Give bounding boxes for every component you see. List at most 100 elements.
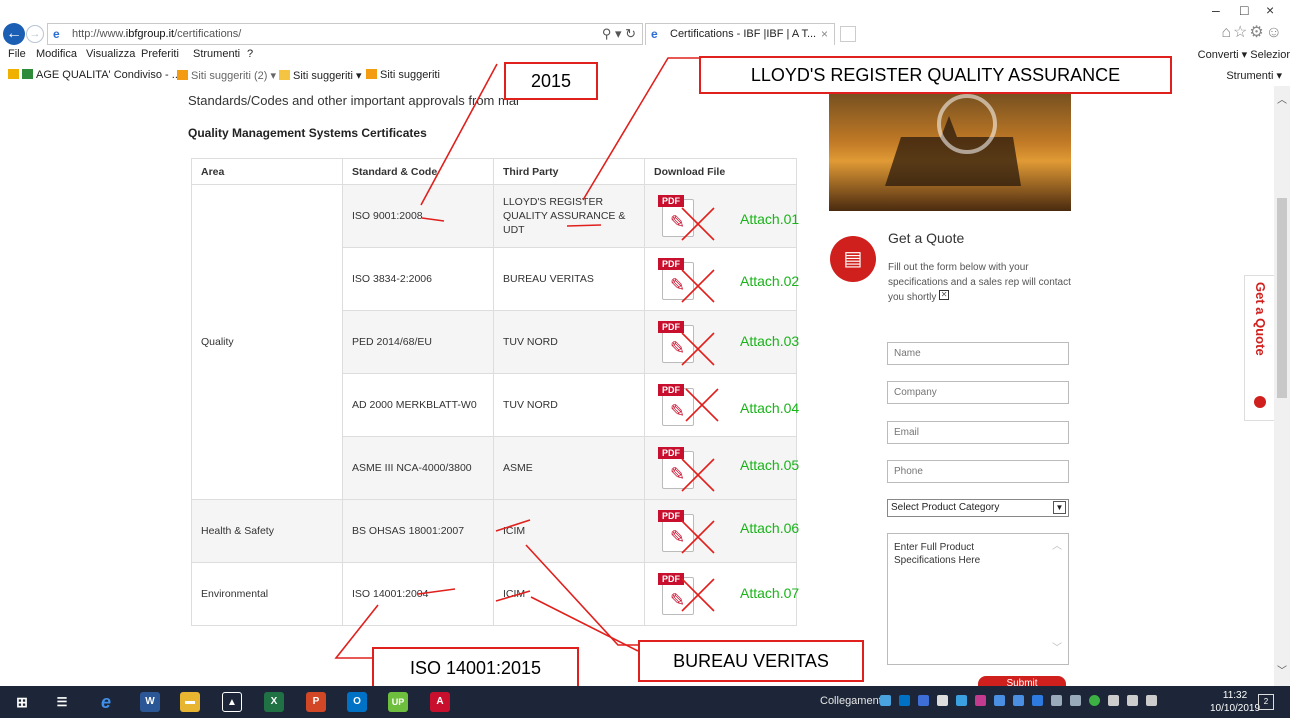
tray-outlook-icon[interactable]: [899, 695, 910, 706]
standard-cell: BS OHSAS 18001:2007: [342, 499, 494, 563]
intro-text: Standards/Codes and other important appr…: [188, 93, 519, 108]
menu-visualizza[interactable]: Visualizza: [86, 48, 135, 60]
phone-field[interactable]: [887, 460, 1069, 483]
photos-icon[interactable]: ▲: [222, 692, 242, 712]
bluetooth-icon[interactable]: [1032, 695, 1043, 706]
back-button[interactable]: ←: [3, 23, 25, 45]
tray-app-icon[interactable]: [956, 695, 967, 706]
favorite-siti-suggeriti-folder[interactable]: Siti suggeriti ▾: [279, 69, 362, 82]
favorite-age-qualita[interactable]: AGE QUALITA' Condiviso - ...: [8, 69, 181, 81]
annotation-box-iso14001: ISO 14001:2015: [372, 647, 579, 689]
header-third-party: Third Party: [493, 158, 645, 185]
maximize-button[interactable]: □: [1240, 2, 1248, 18]
favorite-siti-suggeriti-2[interactable]: Siti suggeriti (2) ▾: [177, 69, 276, 82]
screen: ← → e http://www.ibfgroup.it/certificati…: [0, 0, 1290, 718]
pdf-download-icon[interactable]: PDF ✎: [658, 384, 698, 426]
favorite-siti-suggeriti[interactable]: Siti suggeriti: [366, 69, 440, 81]
get-a-quote-side-tab[interactable]: Get a Quote: [1244, 275, 1274, 421]
address-bar[interactable]: e http://www.ibfgroup.it/certifications/…: [47, 23, 643, 45]
menu-help[interactable]: ?: [247, 48, 253, 60]
windows-start-icon[interactable]: ⊞: [12, 692, 32, 712]
tray-app-icon[interactable]: [880, 695, 891, 706]
close-window-button[interactable]: ×: [1266, 2, 1274, 18]
forward-button[interactable]: →: [26, 25, 44, 43]
tray-app-icon[interactable]: [1070, 695, 1081, 706]
tray-upwork-icon[interactable]: [994, 695, 1005, 706]
pdf-download-icon[interactable]: PDF ✎: [658, 321, 698, 363]
tray-hp-icon[interactable]: [918, 695, 929, 706]
third-party-cell: TUV NORD: [493, 373, 645, 437]
new-tab-button[interactable]: [840, 26, 856, 42]
outlook-icon[interactable]: O: [347, 692, 367, 712]
internet-explorer-icon[interactable]: e: [96, 692, 116, 712]
scroll-up-arrow-icon[interactable]: ︿: [1277, 91, 1287, 106]
scroll-down-arrow-icon[interactable]: ﹀: [1277, 662, 1287, 677]
tray-upwork-icon[interactable]: [975, 695, 986, 706]
header-area: Area: [191, 158, 343, 185]
attach-label: Attach.06: [740, 520, 800, 536]
third-party-cell: BUREAU VERITAS: [493, 247, 645, 311]
address-url[interactable]: http://www.ibfgroup.it/certifications/: [72, 28, 241, 40]
chevron-down-icon[interactable]: ▼: [1053, 501, 1066, 514]
certifications-table: Area Standard & Code Third Party Downloa…: [191, 158, 797, 626]
specifications-textarea[interactable]: Enter Full Product Specifications Here ︿…: [887, 533, 1069, 665]
minimize-button[interactable]: –: [1212, 2, 1220, 18]
excel-icon[interactable]: X: [264, 692, 284, 712]
area-cell-health-safety: Health & Safety: [191, 499, 343, 563]
menu-convert[interactable]: Converti ▾ Selezior: [1198, 48, 1290, 61]
feed-icon: [366, 69, 377, 79]
scroll-up-icon[interactable]: ︿: [1052, 540, 1062, 553]
acrobat-icon[interactable]: A: [430, 692, 450, 712]
attach-label: Attach.03: [740, 333, 800, 349]
tab-certifications[interactable]: e Certifications - IBF |IBF | A T... ×: [645, 23, 835, 45]
tab-title: Certifications - IBF |IBF | A T...: [670, 28, 817, 40]
email-field[interactable]: [887, 421, 1069, 444]
menu-strumenti[interactable]: Strumenti: [193, 48, 240, 60]
annotation-box-bureau-veritas: BUREAU VERITAS: [638, 640, 864, 682]
taskbar-links-toolbar[interactable]: Collegamenti: [820, 695, 884, 707]
pdf-download-icon[interactable]: PDF ✎: [658, 258, 698, 300]
pdf-download-icon[interactable]: PDF ✎: [658, 510, 698, 552]
pdf-download-icon[interactable]: PDF ✎: [658, 195, 698, 237]
name-field[interactable]: [887, 342, 1069, 365]
play-icon[interactable]: [937, 94, 997, 154]
tray-app-icon[interactable]: [1051, 695, 1062, 706]
home-favorites-settings-icons[interactable]: ⌂☆⚙☺: [1221, 22, 1284, 42]
attach-label: Attach.05: [740, 457, 800, 473]
pdf-download-icon[interactable]: PDF ✎: [658, 573, 698, 615]
page-scrollbar[interactable]: ︿ ﹀: [1274, 86, 1290, 686]
menu-file[interactable]: File: [8, 48, 26, 60]
star-icon: [8, 69, 19, 79]
scrollbar-thumb[interactable]: [1277, 198, 1287, 398]
upwork-icon[interactable]: UP: [388, 692, 408, 712]
file-explorer-icon[interactable]: ▬: [180, 692, 200, 712]
header-download: Download File: [644, 158, 797, 185]
attach-label: Attach.01: [740, 211, 800, 227]
battery-icon[interactable]: [1108, 695, 1119, 706]
network-icon[interactable]: [1127, 695, 1138, 706]
volume-icon[interactable]: [1146, 695, 1157, 706]
word-icon[interactable]: W: [140, 692, 160, 712]
clock-date: 10/10/2019: [1210, 703, 1261, 714]
tray-app-icon[interactable]: [937, 695, 948, 706]
tray-upwork-icon[interactable]: [1013, 695, 1024, 706]
side-tab-icon: [1254, 396, 1266, 408]
product-category-select[interactable]: Select Product Category ▼: [887, 499, 1069, 517]
taskbar-clock[interactable]: 11:32 10/10/2019: [1210, 689, 1260, 715]
task-view-icon[interactable]: ☰: [52, 692, 72, 712]
company-field[interactable]: [887, 381, 1069, 404]
pdf-download-icon[interactable]: PDF ✎: [658, 447, 698, 489]
video-thumbnail[interactable]: [829, 86, 1071, 211]
notification-center-icon[interactable]: 2: [1258, 694, 1274, 710]
standard-cell: ISO 3834-2:2006: [342, 247, 494, 311]
search-refresh-icons[interactable]: ⚲ ▾ ↻: [602, 26, 636, 42]
scroll-down-icon[interactable]: ﹀: [1052, 642, 1062, 655]
tray-check-icon[interactable]: [1089, 695, 1100, 706]
standard-cell: AD 2000 MERKBLATT-W0: [342, 373, 494, 437]
favorites-tools-menu[interactable]: Strumenti ▾: [1226, 69, 1282, 82]
powerpoint-icon[interactable]: P: [306, 692, 326, 712]
menu-preferiti[interactable]: Preferiti: [141, 48, 179, 60]
menu-modifica[interactable]: Modifica: [36, 48, 77, 60]
tab-close-icon[interactable]: ×: [821, 27, 828, 41]
product-category-value: Select Product Category: [891, 502, 1000, 513]
